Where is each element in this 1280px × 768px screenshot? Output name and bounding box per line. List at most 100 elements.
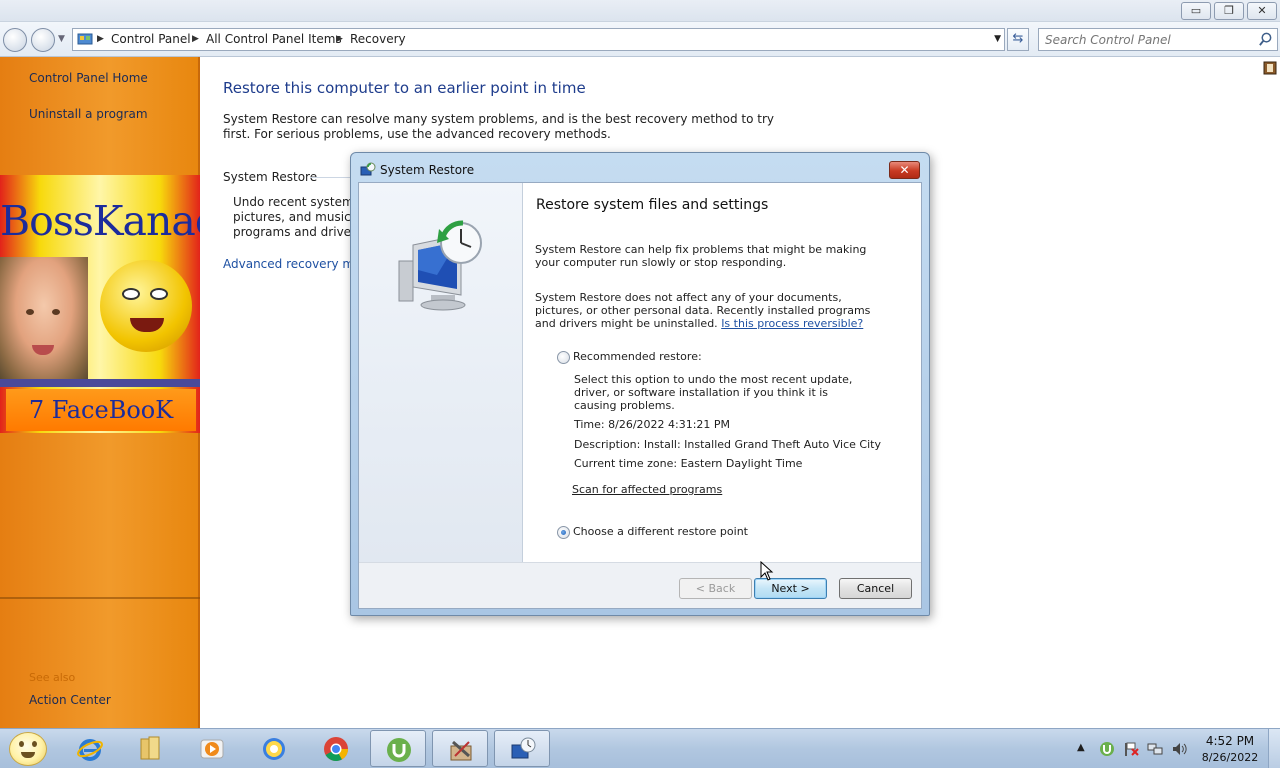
- breadcrumb-arrow-icon[interactable]: ▶: [97, 34, 104, 44]
- taskbar-system-restore[interactable]: [494, 730, 550, 767]
- restore-point-timezone: Current time zone: Eastern Daylight Time: [574, 457, 803, 470]
- show-desktop-button[interactable]: [1268, 729, 1280, 768]
- see-also-heading: See also: [29, 671, 76, 684]
- restore-monitor-icon: [398, 220, 482, 311]
- refresh-button[interactable]: ⇆: [1007, 28, 1029, 51]
- system-restore-icon: [511, 737, 536, 759]
- utorrent-tray-icon[interactable]: [1099, 741, 1115, 757]
- back-button[interactable]: < Back: [679, 578, 752, 599]
- recommended-restore-description: Select this option to undo the most rece…: [574, 373, 853, 412]
- minimize-button[interactable]: ▭: [1181, 2, 1211, 20]
- smiley-face-icon: [100, 260, 192, 352]
- taskbar-internet-explorer[interactable]: [62, 730, 118, 767]
- restore-point-time: Time: 8/26/2022 4:31:21 PM: [574, 418, 731, 431]
- system-restore-section-title: System Restore: [223, 170, 318, 184]
- section-divider: [310, 177, 350, 178]
- maximize-button[interactable]: ❐: [1214, 2, 1244, 20]
- child-photo: [0, 257, 88, 379]
- action-center-link[interactable]: Action Center: [29, 693, 111, 707]
- scan-affected-programs-link[interactable]: Scan for affected programs: [572, 483, 722, 496]
- start-button[interactable]: [9, 732, 47, 766]
- taskbar-file-explorer[interactable]: [123, 730, 179, 767]
- mouse-cursor-icon: [760, 561, 774, 581]
- uninstall-program-link[interactable]: Uninstall a program: [29, 107, 148, 121]
- address-box[interactable]: ▶ Control Panel ▶ All Control Panel Item…: [72, 28, 1005, 51]
- address-dropdown-icon[interactable]: ▼: [994, 34, 1001, 44]
- media-player-icon: [200, 739, 224, 759]
- different-restore-point-label[interactable]: Choose a different restore point: [573, 525, 748, 538]
- volume-icon[interactable]: [1171, 741, 1187, 757]
- dialog-title: System Restore: [380, 163, 475, 177]
- forward-nav-button[interactable]: [31, 28, 55, 52]
- breadcrumb-arrow-icon[interactable]: ▶: [192, 34, 199, 44]
- folder-icon: [140, 736, 160, 760]
- next-button[interactable]: Next >: [754, 578, 827, 599]
- personal-data-paragraph: System Restore does not affect any of yo…: [535, 291, 885, 330]
- dialog-footer: < Back Next > Cancel: [359, 562, 921, 608]
- internet-explorer-icon: [77, 739, 103, 761]
- pane-divider: [0, 597, 200, 599]
- tools-app-icon: [450, 740, 472, 761]
- section-desc-line: pictures, and music ur: [233, 210, 351, 224]
- left-navigation-pane: Control Panel Home Uninstall a program B…: [0, 57, 200, 728]
- breadcrumb-all-items[interactable]: All Control Panel Items: [206, 32, 342, 46]
- control-panel-home-link[interactable]: Control Panel Home: [29, 71, 148, 85]
- intro-paragraph: System Restore can help fix problems tha…: [535, 243, 867, 269]
- search-input[interactable]: [1045, 30, 1255, 50]
- chrome-icon: [324, 737, 348, 762]
- window-titlebar: ▭ ❐ ✕: [0, 0, 1280, 22]
- system-restore-icon: [360, 162, 376, 176]
- recommended-restore-label[interactable]: Recommended restore:: [573, 350, 702, 363]
- browser-ring-icon: [263, 738, 285, 760]
- clock-time[interactable]: 4:52 PM: [1199, 734, 1261, 748]
- utorrent-icon: [387, 738, 411, 762]
- eye-shape: [52, 309, 60, 315]
- banner-divider: [0, 379, 200, 387]
- dialog-heading: Restore system files and settings: [536, 197, 769, 213]
- page-title: Restore this computer to an earlier poin…: [223, 79, 586, 97]
- search-box[interactable]: [1038, 28, 1278, 51]
- custom-banner-image: BossKanae 7 FaceBooK: [0, 175, 200, 433]
- clock-date[interactable]: 8/26/2022: [1199, 751, 1261, 764]
- eye-shape: [26, 309, 34, 315]
- section-desc-line: Undo recent system ch: [233, 195, 351, 209]
- recommended-restore-radio[interactable]: [557, 351, 570, 364]
- taskbar-media-player[interactable]: [184, 730, 240, 767]
- network-icon[interactable]: [1147, 741, 1163, 757]
- different-restore-point-radio[interactable]: [557, 526, 570, 539]
- restore-point-description: Description: Install: Installed Grand Th…: [574, 438, 881, 451]
- smiley-eye: [122, 288, 140, 300]
- show-hidden-icons-icon[interactable]: ▲: [1077, 742, 1093, 758]
- reversible-process-link[interactable]: Is this process reversible?: [721, 317, 863, 330]
- help-book-icon[interactable]: [1262, 60, 1278, 76]
- close-window-button[interactable]: ✕: [1247, 2, 1277, 20]
- breadcrumb-control-panel[interactable]: Control Panel: [111, 32, 191, 46]
- taskbar-chrome[interactable]: [308, 730, 364, 767]
- dialog-content: Restore system files and settings System…: [524, 183, 922, 562]
- smiley-mouth: [130, 318, 164, 332]
- address-toolbar: ▼ ▶ Control Panel ▶ All Control Panel It…: [0, 22, 1280, 57]
- dialog-body: Restore system files and settings System…: [358, 182, 922, 609]
- breadcrumb-recovery[interactable]: Recovery: [350, 32, 406, 46]
- smiley-mouth: [21, 752, 35, 758]
- search-icon[interactable]: [1258, 32, 1273, 47]
- section-desc-line: programs and drivers.: [233, 225, 351, 239]
- action-center-flag-icon[interactable]: [1123, 741, 1139, 757]
- dialog-close-button[interactable]: ✕: [889, 161, 920, 179]
- taskbar-utorrent[interactable]: [370, 730, 426, 767]
- advanced-recovery-link[interactable]: Advanced recovery meth: [223, 257, 353, 271]
- breadcrumb-arrow-icon[interactable]: ▶: [336, 34, 343, 44]
- smiley-eye: [150, 288, 168, 300]
- taskbar-tools-app[interactable]: [432, 730, 488, 767]
- cancel-button[interactable]: Cancel: [839, 578, 912, 599]
- back-nav-button[interactable]: [3, 28, 27, 52]
- recent-pages-dropdown-icon[interactable]: ▼: [58, 34, 65, 44]
- smiley-eye: [19, 741, 24, 747]
- taskbar: ▲ 4:52 PM 8/26/2022: [0, 728, 1280, 768]
- page-description: System Restore can resolve many system p…: [223, 112, 775, 141]
- smiley-eye: [32, 741, 37, 747]
- banner-subtitle: 7 FaceBooK: [6, 389, 196, 431]
- taskbar-browser[interactable]: [246, 730, 302, 767]
- control-panel-icon: [77, 33, 93, 45]
- mouth-shape: [32, 345, 54, 355]
